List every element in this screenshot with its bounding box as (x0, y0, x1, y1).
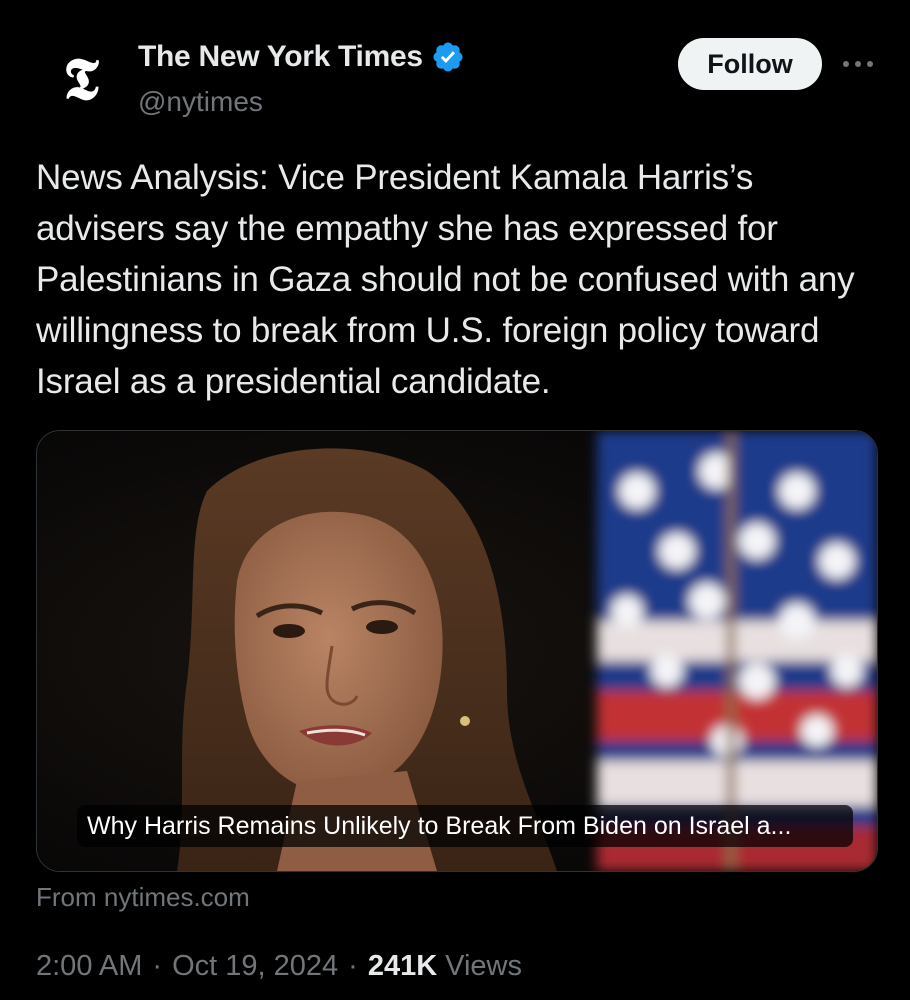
tweet-header: 𝕿 The New York Times @nytimes Follow (0, 0, 910, 130)
card-caption[interactable]: Why Harris Remains Unlikely to Break Fro… (77, 805, 853, 847)
views-label: Views (445, 950, 522, 982)
author-handle[interactable]: @nytimes (138, 86, 263, 118)
tweet-text: News Analysis: Vice President Kamala Har… (36, 158, 855, 401)
more-options-icon[interactable] (840, 52, 876, 76)
tweet-date[interactable]: Oct 19, 2024 (172, 950, 338, 983)
tweet-metadata: 2:00 AM · Oct 19, 2024 · 241K Views (36, 950, 522, 983)
nyt-logo-icon: 𝕿 (63, 45, 99, 113)
display-name[interactable]: The New York Times (138, 40, 423, 74)
link-card[interactable]: Why Harris Remains Unlikely to Break Fro… (36, 430, 878, 872)
separator: · (152, 950, 163, 982)
avatar[interactable]: 𝕿 (40, 40, 122, 122)
card-source[interactable]: From nytimes.com (36, 882, 250, 913)
verified-badge-icon (433, 42, 463, 72)
views-count[interactable]: 241K (368, 950, 437, 983)
author-name-row: The New York Times (138, 40, 465, 74)
follow-button[interactable]: Follow (678, 38, 822, 90)
separator: · (348, 950, 358, 982)
tweet-time[interactable]: 2:00 AM (36, 950, 142, 983)
